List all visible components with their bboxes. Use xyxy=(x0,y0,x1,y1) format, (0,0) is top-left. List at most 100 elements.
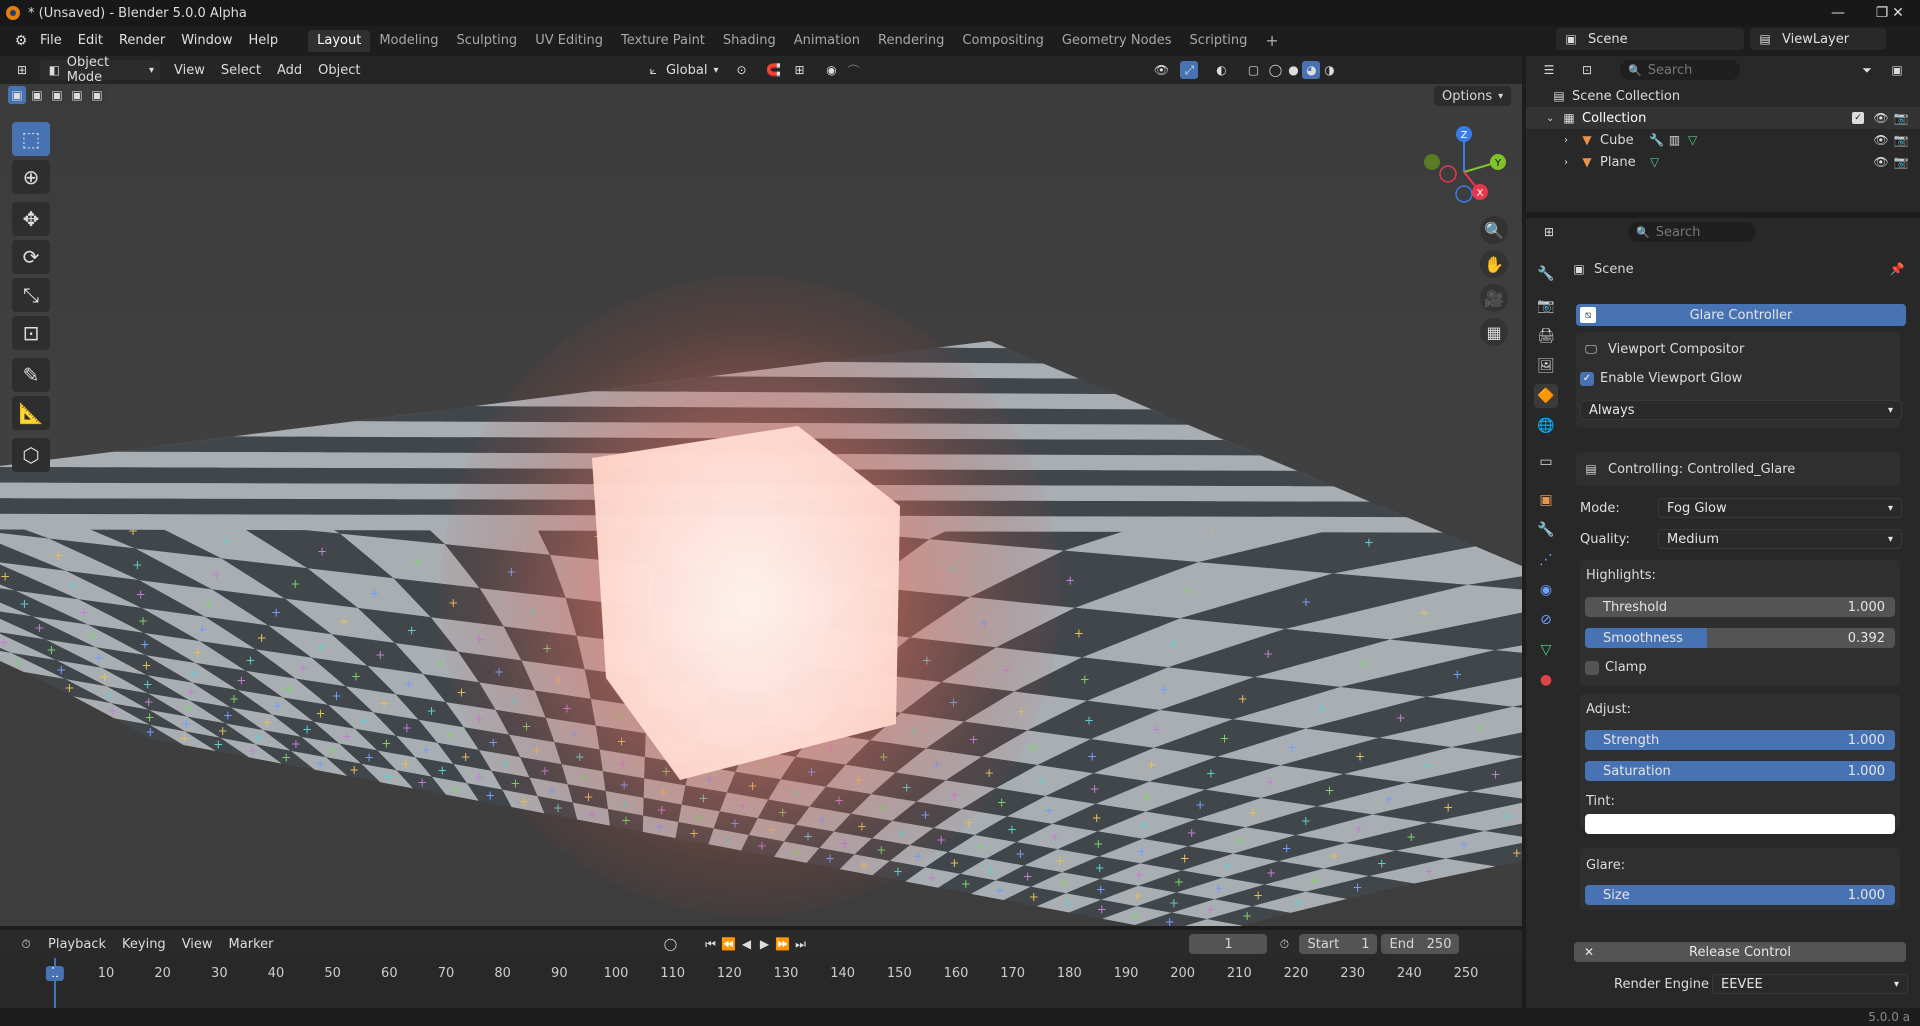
outliner-item-cube[interactable]: › ▼ Cube 🔧 ▥ ▽ 👁 📷 xyxy=(1526,129,1920,151)
physics-tab-icon[interactable]: ◉ xyxy=(1534,578,1558,602)
zoom-icon[interactable]: 🔍 xyxy=(1480,216,1508,244)
constraint-icon[interactable]: ▥ xyxy=(1666,131,1684,149)
material-tab-icon[interactable]: ● xyxy=(1534,668,1558,692)
3d-viewport[interactable]: + + + + + + + + + + + + + + + + + + + + + + + + + + + + + + + + + + + + + + + +… xyxy=(0,56,1522,926)
scene-tab-icon[interactable]: 🔶 xyxy=(1534,384,1558,408)
view-layer-selector[interactable]: ▤ ViewLayer xyxy=(1750,28,1886,50)
menu-render[interactable]: Render xyxy=(111,30,173,52)
add-workspace-button[interactable]: + xyxy=(1256,30,1287,52)
select-invert-icon[interactable]: ▣ xyxy=(88,86,106,104)
object-tab-icon[interactable]: ▣ xyxy=(1534,488,1558,512)
play-icon[interactable]: ▶ xyxy=(755,935,773,953)
tab-texture-paint[interactable]: Texture Paint xyxy=(612,30,714,52)
jump-end-icon[interactable]: ⏭ xyxy=(791,935,809,953)
menu-keying[interactable]: Keying xyxy=(114,937,174,952)
saturation-slider[interactable]: Saturation 1.000 xyxy=(1585,761,1895,781)
pan-hand-icon[interactable]: ✋ xyxy=(1480,250,1508,278)
transform-tool[interactable]: ⊡ xyxy=(12,316,50,350)
eye-icon[interactable]: 👁 xyxy=(1872,131,1890,149)
chevron-right-icon[interactable]: › xyxy=(1564,135,1578,146)
threshold-slider[interactable]: Threshold 1.000 xyxy=(1585,597,1895,617)
record-icon[interactable]: ◯ xyxy=(661,935,679,953)
chevron-down-icon[interactable]: ⌄ xyxy=(1546,113,1560,124)
visibility-icon[interactable]: 👁 xyxy=(1152,61,1170,79)
select-subtract-icon[interactable]: ▣ xyxy=(48,86,66,104)
tab-modeling[interactable]: Modeling xyxy=(370,30,447,52)
ortho-grid-icon[interactable]: ▦ xyxy=(1480,318,1508,346)
tab-uv-editing[interactable]: UV Editing xyxy=(526,30,612,52)
menu-marker[interactable]: Marker xyxy=(221,937,282,952)
select-new-icon[interactable]: ▣ xyxy=(8,86,26,104)
display-mode-icon[interactable]: ⊡ xyxy=(1578,61,1596,79)
rotate-tool[interactable]: ⟳ xyxy=(12,240,50,274)
camera-render-icon[interactable]: 📷 xyxy=(1892,153,1910,171)
select-extend-icon[interactable]: ▣ xyxy=(28,86,46,104)
camera-render-icon[interactable]: 📷 xyxy=(1892,131,1910,149)
menu-playback[interactable]: Playback xyxy=(40,937,114,952)
start-frame-field[interactable]: Start 1 xyxy=(1299,934,1378,954)
annotate-tool[interactable]: ✎ xyxy=(12,358,50,392)
chevron-right-icon[interactable]: › xyxy=(1564,157,1578,168)
editor-type-icon[interactable]: ⊞ xyxy=(8,61,36,79)
collection-row[interactable]: ⌄ ▦ Collection ✓ 👁 📷 xyxy=(1526,107,1920,129)
measure-tool[interactable]: 📐 xyxy=(12,396,50,430)
tab-scripting[interactable]: Scripting xyxy=(1181,30,1257,52)
close-button[interactable]: ✕ xyxy=(1876,0,1920,26)
transform-orientation[interactable]: ⟀ Global ▾ xyxy=(638,60,724,80)
tab-geometry-nodes[interactable]: Geometry Nodes xyxy=(1053,30,1181,52)
clamp-checkbox[interactable] xyxy=(1585,660,1599,675)
mesh-data-icon[interactable]: ▽ xyxy=(1646,153,1664,171)
glare-controller-header[interactable]: ⧅ Glare Controller xyxy=(1576,304,1906,326)
jump-start-icon[interactable]: ⏮ xyxy=(701,935,719,953)
wireframe-shading-icon[interactable]: ◯ xyxy=(1266,61,1284,79)
end-frame-field[interactable]: End 250 xyxy=(1381,934,1460,954)
stopwatch-icon[interactable]: ⏱ xyxy=(1275,935,1293,953)
timeline-panel[interactable]: ⏱ Playback Keying View Marker ◯ ⏮ ⏪ ◀ ▶ … xyxy=(0,930,1522,1008)
glare-quality-dropdown[interactable]: Medium ▾ xyxy=(1658,529,1902,549)
tab-sculpting[interactable]: Sculpting xyxy=(447,30,526,52)
collection-tab-icon[interactable]: ▭ xyxy=(1534,450,1558,474)
xray-icon[interactable]: ▢ xyxy=(1244,61,1262,79)
exclude-checkbox-icon[interactable]: ✓ xyxy=(1852,112,1864,124)
enable-glow-checkbox[interactable]: ✓ xyxy=(1580,371,1594,386)
filter-icon[interactable]: ⏷ xyxy=(1858,61,1876,79)
solid-shading-icon[interactable]: ● xyxy=(1284,61,1302,79)
snap-target-icon[interactable]: ⊞ xyxy=(790,61,808,79)
outliner-search-input[interactable]: 🔍 Search xyxy=(1620,60,1740,80)
eye-icon[interactable]: 👁 xyxy=(1872,153,1890,171)
wrench-modifier-icon[interactable]: 🔧 xyxy=(1648,131,1666,149)
glare-mode-dropdown[interactable]: Fog Glow ▾ xyxy=(1658,498,1902,518)
scene-selector[interactable]: ▣ Scene xyxy=(1556,28,1744,50)
camera-view-icon[interactable]: 🎥 xyxy=(1480,284,1508,312)
tab-shading[interactable]: Shading xyxy=(714,30,785,52)
select-box-tool[interactable]: ⬚ xyxy=(12,122,50,156)
eye-icon[interactable]: 👁 xyxy=(1872,109,1890,127)
modifier-tab-icon[interactable]: 🔧 xyxy=(1534,518,1558,542)
particles-tab-icon[interactable]: ⋰ xyxy=(1534,548,1558,572)
size-slider[interactable]: Size 1.000 xyxy=(1585,885,1895,905)
navigation-gizmo[interactable]: Z Y X xyxy=(1416,122,1516,222)
render-tab-icon[interactable]: 📷 xyxy=(1534,294,1558,318)
menu-file[interactable]: File xyxy=(32,30,70,52)
material-shading-icon[interactable]: ◕ xyxy=(1302,61,1321,79)
tool-tab-icon[interactable]: 🔧 xyxy=(1534,262,1558,286)
overlay-icon[interactable]: ◐ xyxy=(1212,61,1230,79)
strength-slider[interactable]: Strength 1.000 xyxy=(1585,730,1895,750)
menu-timeline-view[interactable]: View xyxy=(174,937,221,952)
output-tab-icon[interactable]: 🖨 xyxy=(1534,324,1558,348)
scale-tool[interactable]: ⤡ xyxy=(12,278,50,312)
menu-window[interactable]: Window xyxy=(173,30,240,52)
menu-view[interactable]: View xyxy=(166,63,213,78)
pivot-icon[interactable]: ⊙ xyxy=(732,61,750,79)
camera-render-icon[interactable]: 📷 xyxy=(1892,109,1910,127)
compositor-mode-dropdown[interactable]: Always ▾ xyxy=(1580,400,1902,420)
move-tool[interactable]: ✥ xyxy=(12,202,50,236)
gizmo-toggle-icon[interactable]: ⤢ xyxy=(1180,61,1199,79)
tab-rendering[interactable]: Rendering xyxy=(869,30,953,52)
tint-color-swatch[interactable] xyxy=(1585,814,1895,834)
mesh-data-icon[interactable]: ▽ xyxy=(1684,131,1702,149)
properties-search-input[interactable]: 🔍 Search xyxy=(1628,222,1756,242)
constraints-tab-icon[interactable]: ⊘ xyxy=(1534,608,1558,632)
tab-animation[interactable]: Animation xyxy=(785,30,869,52)
minimize-button[interactable]: — xyxy=(1816,0,1860,26)
